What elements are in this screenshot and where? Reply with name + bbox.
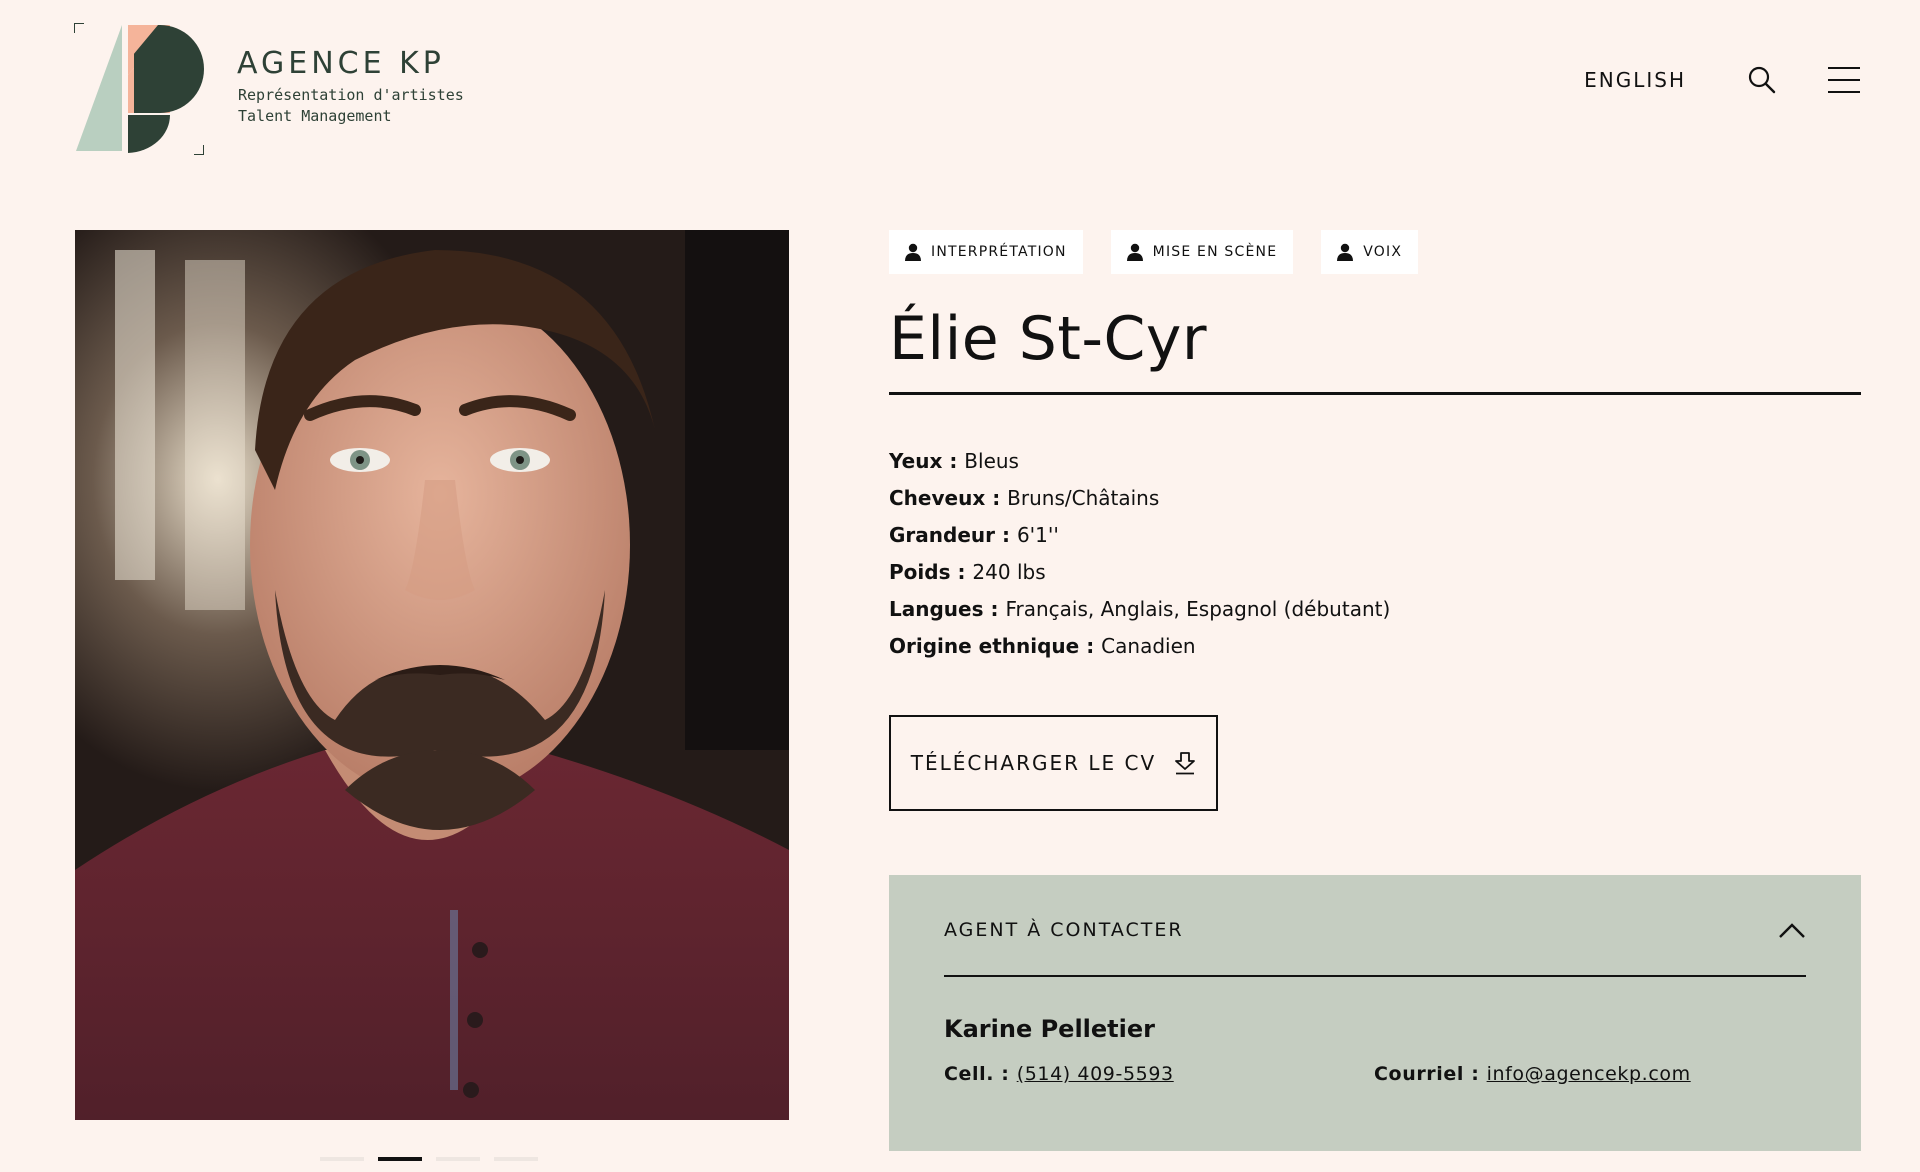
top-nav: ENGLISH	[1584, 66, 1860, 94]
tag-label: MISE EN SCÈNE	[1152, 244, 1278, 260]
tag-mise-en-scene[interactable]: MISE EN SCÈNE	[1110, 230, 1294, 274]
attribute-separator: :	[950, 560, 973, 584]
hamburger-menu-button[interactable]	[1828, 67, 1860, 93]
chevron-up-icon[interactable]	[1778, 921, 1806, 939]
attribute-separator: :	[942, 449, 965, 473]
phone-link[interactable]: (514) 409-5593	[1017, 1063, 1174, 1085]
person-icon	[905, 243, 921, 261]
menu-line	[1828, 67, 1860, 69]
attribute-value: 6'1''	[1016, 523, 1059, 547]
agent-phone: Cell. : (514) 409-5593	[944, 1063, 1374, 1085]
attribute-languages: Langues : Français, Anglais, Espagnol (d…	[889, 591, 1861, 628]
carousel-dot[interactable]	[436, 1157, 480, 1161]
attribute-value: Canadien	[1101, 634, 1196, 658]
attribute-ethnicity: Origine ethnique : Canadien	[889, 628, 1861, 665]
kp-logo-icon	[73, 22, 205, 156]
phone-label: Cell. :	[944, 1063, 1017, 1085]
search-icon	[1748, 66, 1776, 94]
artist-attributes: Yeux : Bleus Cheveux : Bruns/Châtains Gr…	[889, 443, 1861, 665]
attribute-height: Grandeur : 6'1''	[889, 517, 1861, 554]
attribute-label: Poids	[889, 560, 951, 584]
tag-label: VOIX	[1363, 244, 1403, 260]
search-button[interactable]	[1748, 66, 1776, 94]
attribute-eyes: Yeux : Bleus	[889, 443, 1861, 480]
tag-label: INTERPRÉTATION	[931, 244, 1067, 260]
carousel-dot-active[interactable]	[378, 1157, 422, 1161]
attribute-value: Français, Anglais, Espagnol (débutant)	[1005, 597, 1391, 621]
attribute-hair: Cheveux : Bruns/Châtains	[889, 480, 1861, 517]
artist-name: Élie St-Cyr	[889, 304, 1861, 395]
tag-voix[interactable]: VOIX	[1321, 230, 1419, 274]
menu-line	[1828, 79, 1860, 81]
email-label: Courriel :	[1374, 1063, 1487, 1085]
agent-panel-title: AGENT À CONTACTER	[944, 919, 1184, 941]
agent-contact-panel: AGENT À CONTACTER Karine Pelletier Cell.…	[889, 875, 1861, 1151]
carousel-indicators	[320, 1157, 538, 1161]
brand-name: AGENCE KP	[237, 46, 445, 81]
person-icon	[1126, 243, 1143, 261]
attribute-label: Cheveux	[889, 486, 986, 510]
agency-logo[interactable]	[73, 22, 205, 156]
attribute-separator: :	[1079, 634, 1102, 658]
carousel-dot[interactable]	[320, 1157, 364, 1161]
talent-profile-page: AGENCE KP Représentation d'artistes Tale…	[0, 0, 1920, 1172]
download-cv-button[interactable]: TÉLÉCHARGER LE CV	[889, 715, 1218, 811]
email-link[interactable]: info@agencekp.com	[1487, 1063, 1691, 1085]
brand-tagline-en: Talent Management	[238, 107, 392, 125]
brand-tagline-fr: Représentation d'artistes	[238, 86, 464, 104]
agent-panel-header[interactable]: AGENT À CONTACTER	[944, 875, 1806, 977]
brand-tagline: Représentation d'artistes Talent Managem…	[238, 85, 464, 127]
attribute-separator: :	[995, 523, 1017, 547]
portrait-image	[75, 230, 789, 1120]
attribute-separator: :	[983, 597, 1006, 621]
headshot-photo	[75, 230, 789, 1120]
attribute-label: Origine ethnique	[889, 634, 1080, 658]
attribute-value: 240 lbs	[972, 560, 1046, 584]
attribute-value: Bruns/Châtains	[1007, 486, 1160, 510]
language-switch-link[interactable]: ENGLISH	[1584, 68, 1686, 92]
attribute-weight: Poids : 240 lbs	[889, 554, 1861, 591]
menu-line	[1828, 91, 1860, 93]
attribute-separator: :	[985, 486, 1008, 510]
carousel-dot[interactable]	[494, 1157, 538, 1161]
download-icon	[1175, 752, 1196, 775]
person-icon	[1337, 243, 1354, 261]
attribute-label: Grandeur	[889, 523, 995, 547]
agent-email: Courriel : info@agencekp.com	[1374, 1063, 1804, 1085]
attribute-label: Langues	[889, 597, 984, 621]
profile-details: INTERPRÉTATION MISE EN SCÈNE VOIX Élie S…	[889, 230, 1861, 1151]
download-cv-label: TÉLÉCHARGER LE CV	[910, 751, 1157, 775]
tag-interpretation[interactable]: INTERPRÉTATION	[889, 230, 1083, 274]
attribute-label: Yeux	[889, 449, 943, 473]
agent-contact-row: Cell. : (514) 409-5593 Courriel : info@a…	[944, 1063, 1806, 1085]
attribute-value: Bleus	[964, 449, 1019, 473]
discipline-tags: INTERPRÉTATION MISE EN SCÈNE VOIX	[889, 230, 1861, 274]
agent-name: Karine Pelletier	[944, 1015, 1155, 1043]
